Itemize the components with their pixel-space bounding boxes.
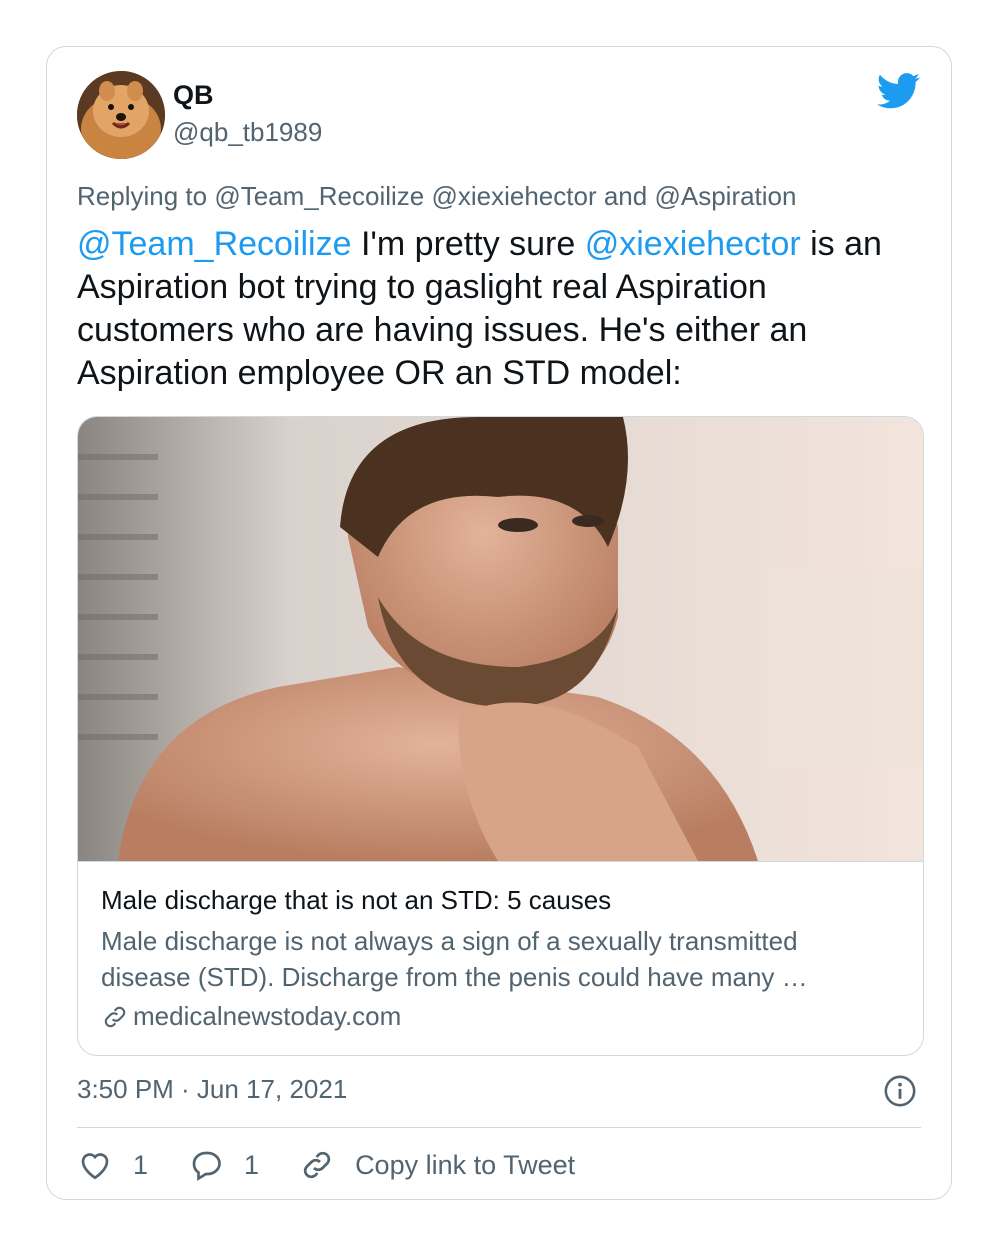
replying-to-line: Replying to @Team_Recoilize @xiexiehecto… — [77, 181, 796, 212]
reply-bubble-icon — [192, 1151, 221, 1181]
link-preview-domain[interactable]: medicalnewstoday.com — [101, 1001, 401, 1032]
tweet-text-part-1: I'm pretty sure — [351, 225, 585, 263]
link-chain-icon — [303, 1151, 331, 1179]
copy-link-label: Copy link to Tweet — [355, 1149, 576, 1180]
reply-mention-team-recoilize[interactable]: @Team_Recoilize — [214, 181, 424, 211]
tweet-mention-team-recoilize[interactable]: @Team_Recoilize — [77, 225, 352, 263]
like-button[interactable]: 1 — [77, 1147, 148, 1183]
copy-link-button[interactable]: Copy link to Tweet — [299, 1147, 575, 1183]
tweet-actions-bar: 1 1 Copy link to Tweet — [77, 1145, 615, 1185]
tweet-card: QB @qb_tb1989 Replying to @Team_Recoiliz… — [46, 46, 952, 1200]
link-preview-card[interactable]: Male discharge that is not an STD: 5 cau… — [77, 416, 924, 1056]
man-photo — [78, 417, 923, 861]
replying-prefix: Replying to — [77, 181, 208, 211]
reply-mention-aspiration[interactable]: @Aspiration — [654, 181, 796, 211]
reply-mention-xiexiehector[interactable]: @xiexiehector — [431, 181, 596, 211]
reply-count: 1 — [244, 1149, 260, 1180]
author-display-name[interactable]: QB — [173, 80, 214, 111]
tweet-mention-xiexiehector[interactable]: @xiexiehector — [585, 225, 801, 263]
link-preview-image[interactable] — [78, 417, 923, 862]
tweet-timestamp[interactable]: 3:50 PM · Jun 17, 2021 — [77, 1074, 347, 1105]
link-icon — [104, 1006, 126, 1027]
author-handle[interactable]: @qb_tb1989 — [173, 117, 322, 148]
author-avatar[interactable] — [77, 71, 165, 159]
dog-avatar-icon — [77, 71, 165, 159]
info-icon[interactable] — [883, 1074, 917, 1108]
replying-joiner: and — [603, 181, 648, 211]
link-preview-description: Male discharge is not always a sign of a… — [101, 926, 808, 992]
heart-icon — [81, 1153, 109, 1180]
twitter-bird-icon[interactable] — [877, 73, 921, 109]
like-count: 1 — [133, 1149, 149, 1180]
link-preview-title[interactable]: Male discharge that is not an STD: 5 cau… — [101, 885, 611, 916]
link-preview-domain-text: medicalnewstoday.com — [133, 1001, 402, 1031]
reply-button[interactable]: 1 — [188, 1147, 259, 1183]
actions-divider — [77, 1127, 921, 1128]
tweet-text: @Team_Recoilize I'm pretty sure @xiexieh… — [77, 223, 917, 395]
